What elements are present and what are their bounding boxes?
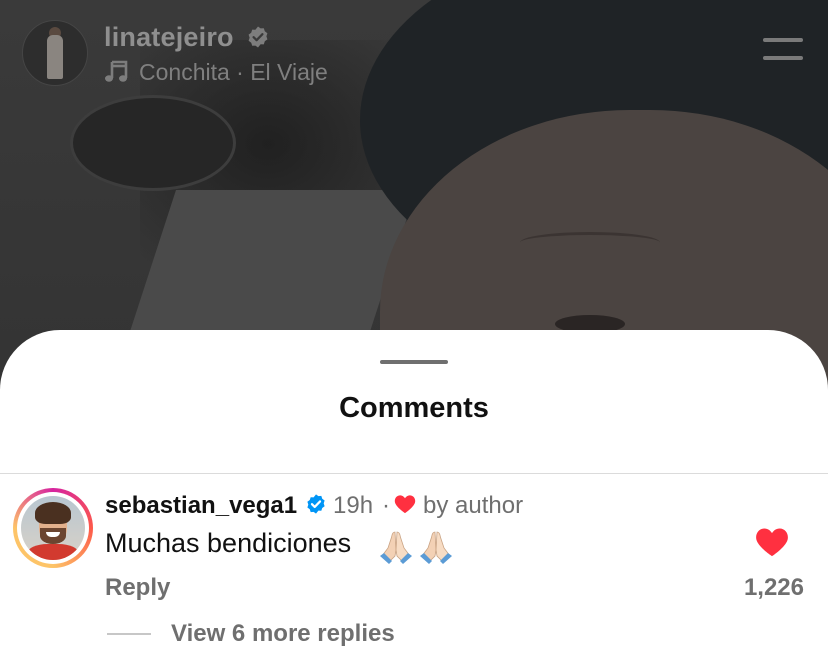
avatar-photo: [21, 496, 85, 560]
verified-badge-icon: [248, 26, 268, 48]
comment-text: Muchas bendiciones: [105, 528, 352, 558]
reply-button[interactable]: Reply: [105, 574, 170, 602]
screen: linatejeiro Conchita · El Viaje Comments: [0, 0, 828, 666]
comments-sheet: Comments sebastian_vega1 19h · by author…: [0, 330, 828, 666]
verified-badge-icon: [307, 494, 325, 514]
like-count[interactable]: 1,226: [744, 574, 804, 602]
heart-icon: [394, 495, 416, 514]
avatar-ring-gap: [17, 492, 89, 564]
story-song-title[interactable]: Conchita · El Viaje: [139, 59, 328, 86]
liked-by-author-label: by author: [423, 492, 524, 519]
story-author-avatar[interactable]: [22, 20, 88, 86]
menu-line: [763, 38, 803, 42]
eyebrow-shape: [520, 232, 660, 253]
divider: [0, 473, 828, 474]
avatar-shirt: [27, 544, 79, 560]
replies-indent-line: [107, 633, 151, 635]
avatar-hair: [35, 502, 71, 524]
praying-hands-icon: [420, 531, 452, 564]
commenter-avatar[interactable]: [13, 488, 93, 568]
menu-line: [763, 56, 803, 60]
music-note-icon: [105, 60, 128, 82]
sheet-title: Comments: [339, 392, 489, 424]
like-heart-icon[interactable]: [755, 526, 789, 558]
comment-timestamp: 19h: [333, 492, 374, 519]
story-header: linatejeiro Conchita · El Viaje: [0, 0, 828, 110]
view-more-replies-button[interactable]: View 6 more replies: [171, 620, 395, 648]
sheet-grabber-handle[interactable]: [380, 360, 448, 364]
separator-dot: ·: [382, 492, 390, 519]
story-username[interactable]: linatejeiro: [104, 22, 234, 53]
avatar-figure: [47, 35, 63, 79]
comment-username[interactable]: sebastian_vega1: [105, 492, 297, 520]
menu-icon[interactable]: [763, 38, 803, 64]
praying-hands-icon: [380, 531, 412, 564]
wall-highlight: [124, 190, 416, 350]
